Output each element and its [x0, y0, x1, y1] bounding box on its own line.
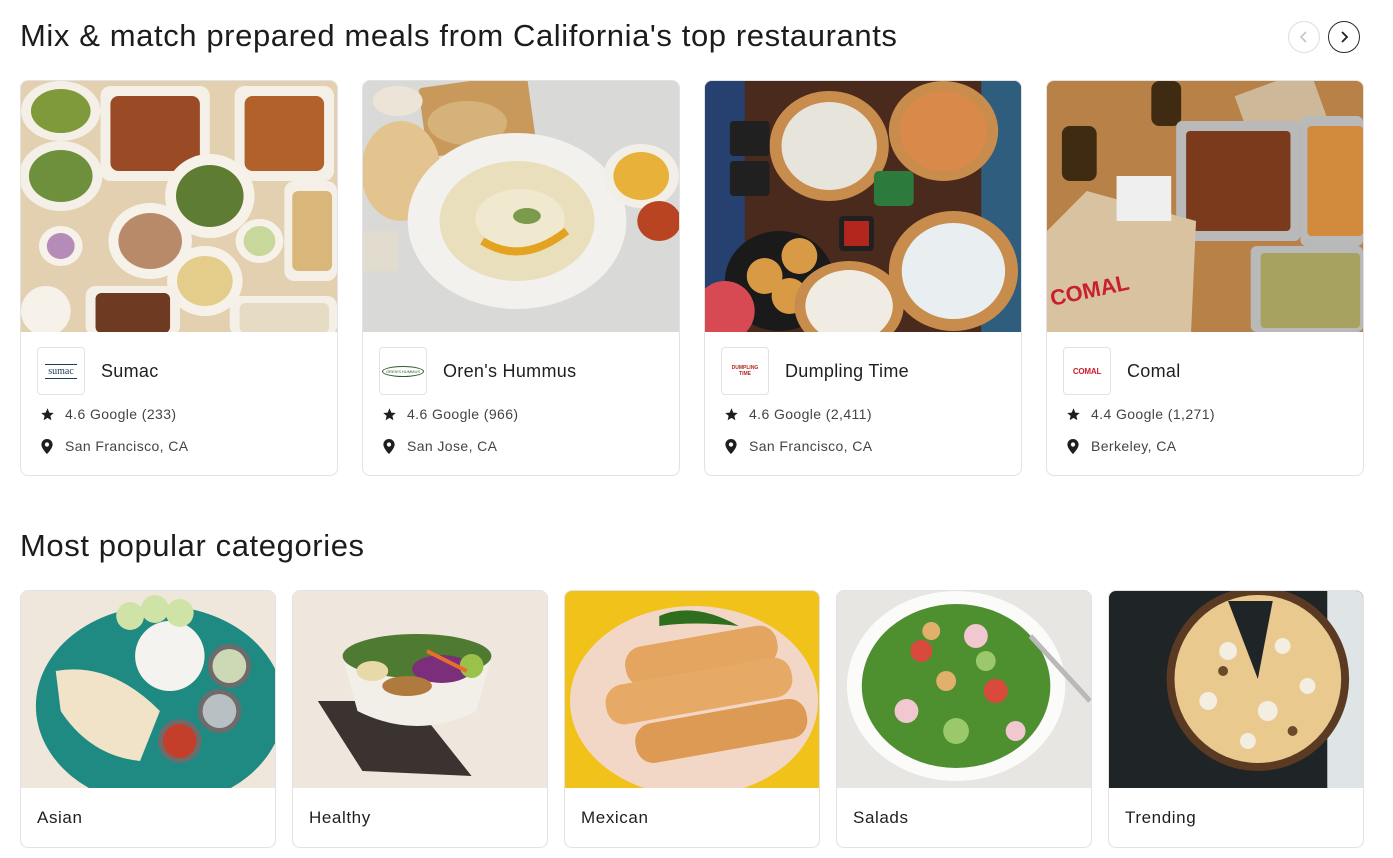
restaurant-logo: DUMPLING TIME: [721, 347, 769, 395]
category-photo: [837, 591, 1091, 788]
restaurant-location: San Francisco, CA: [39, 438, 189, 454]
restaurant-name: Oren's Hummus: [443, 361, 577, 381]
category-photo: [21, 591, 275, 788]
location-text: San Francisco, CA: [65, 438, 189, 454]
location-text: Berkeley, CA: [1091, 438, 1177, 454]
category-label: Trending: [1125, 808, 1197, 827]
carousel-next-button[interactable]: [1328, 21, 1360, 53]
restaurant-card-sumac[interactable]: sumac Sumac 4.6 Google (233) San Francis…: [20, 80, 338, 476]
restaurant-logo: COMAL: [1063, 347, 1111, 395]
logo-text: DUMPLING TIME: [731, 365, 759, 377]
logo-text: COMAL: [1072, 366, 1102, 376]
category-label: Mexican: [581, 808, 649, 827]
rating-text: 4.4 Google (1,271): [1091, 406, 1215, 422]
rating-text: 4.6 Google (2,411): [749, 406, 872, 422]
restaurant-card-comal[interactable]: COMAL COMAL Comal 4.4 Google (1,271) Ber…: [1046, 80, 1364, 476]
category-card-salads[interactable]: Salads: [836, 590, 1092, 848]
location-text: San Francisco, CA: [749, 438, 873, 454]
star-icon: [723, 406, 739, 422]
restaurant-rating: 4.4 Google (1,271): [1065, 406, 1215, 422]
map-pin-icon: [1065, 438, 1081, 454]
category-photo: [565, 591, 819, 788]
category-label: Asian: [37, 808, 83, 827]
restaurant-name: Sumac: [101, 361, 159, 381]
chevron-right-icon: [1341, 31, 1349, 43]
restaurant-photo: COMAL: [1047, 81, 1363, 332]
logo-text: sumac: [45, 363, 77, 379]
star-icon: [381, 406, 397, 422]
restaurant-card-dumpling-time[interactable]: DUMPLING TIME Dumpling Time 4.6 Google (…: [704, 80, 1022, 476]
restaurant-logo: OREN'S HUMMUS: [379, 347, 427, 395]
restaurant-location: San Jose, CA: [381, 438, 497, 454]
chevron-left-icon: [1299, 31, 1307, 43]
logo-text: OREN'S HUMMUS: [381, 365, 425, 377]
restaurant-logo: sumac: [37, 347, 85, 395]
category-label: Salads: [853, 808, 909, 827]
rating-text: 4.6 Google (233): [65, 406, 177, 422]
map-pin-icon: [723, 438, 739, 454]
category-card-healthy[interactable]: Healthy: [292, 590, 548, 848]
restaurant-rating: 4.6 Google (233): [39, 406, 176, 422]
categories-section-title: Most popular categories: [20, 528, 365, 563]
category-card-trending[interactable]: Trending: [1108, 590, 1364, 848]
restaurant-rating: 4.6 Google (966): [381, 406, 518, 422]
category-card-asian[interactable]: Asian: [20, 590, 276, 848]
rating-text: 4.6 Google (966): [407, 406, 519, 422]
restaurant-name: Dumpling Time: [785, 361, 909, 381]
restaurant-photo: [21, 81, 337, 332]
map-pin-icon: [39, 438, 55, 454]
category-label: Healthy: [309, 808, 371, 827]
restaurant-card-orens-hummus[interactable]: OREN'S HUMMUS Oren's Hummus 4.6 Google (…: [362, 80, 680, 476]
carousel-prev-button[interactable]: [1288, 21, 1320, 53]
restaurant-photo: [363, 81, 679, 332]
map-pin-icon: [381, 438, 397, 454]
restaurant-name: Comal: [1127, 361, 1181, 381]
restaurant-rating: 4.6 Google (2,411): [723, 406, 872, 422]
restaurant-location: San Francisco, CA: [723, 438, 873, 454]
category-photo: [293, 591, 547, 788]
restaurant-photo: [705, 81, 1021, 332]
restaurants-section-title: Mix & match prepared meals from Californ…: [20, 18, 898, 53]
restaurant-location: Berkeley, CA: [1065, 438, 1176, 454]
category-photo: [1109, 591, 1363, 788]
star-icon: [1065, 406, 1081, 422]
category-card-mexican[interactable]: Mexican: [564, 590, 820, 848]
star-icon: [39, 406, 55, 422]
location-text: San Jose, CA: [407, 438, 498, 454]
